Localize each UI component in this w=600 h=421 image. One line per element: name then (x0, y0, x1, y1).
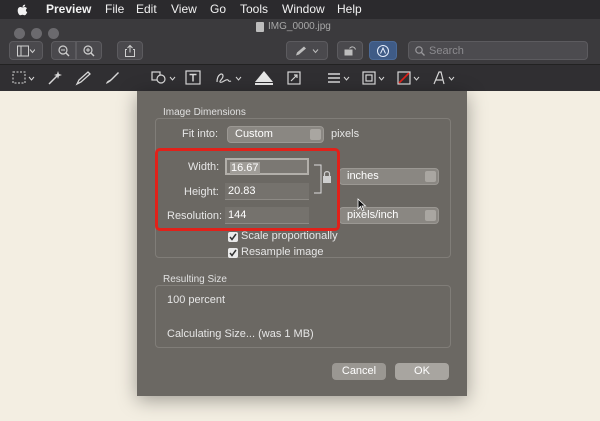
adjust-size-icon[interactable] (285, 69, 303, 87)
menu-bar: Preview File Edit View Go Tools Window H… (0, 0, 600, 19)
image-dimensions-title: Image Dimensions (163, 107, 246, 118)
menu-help[interactable]: Help (337, 2, 362, 16)
resample-image-checkbox[interactable] (228, 248, 238, 258)
menu-tools[interactable]: Tools (240, 2, 268, 16)
text-icon[interactable] (184, 69, 202, 87)
share-button[interactable] (117, 41, 143, 60)
fit-into-unit: pixels (331, 128, 360, 140)
size-unit-popup[interactable]: inches (339, 168, 439, 185)
scale-proportionally-checkbox[interactable] (228, 232, 238, 242)
cancel-button[interactable]: Cancel (332, 363, 386, 380)
percent-text: 100 percent (167, 294, 226, 306)
share-icon (125, 44, 135, 57)
size-unit-value: inches (347, 170, 379, 182)
markup-pen-button[interactable] (286, 41, 328, 60)
adjust-color-icon[interactable] (253, 69, 275, 87)
markup-toolbar-button[interactable] (369, 41, 397, 60)
window-toolbar: IMG_0000.jpg (0, 19, 600, 64)
shapes-icon[interactable] (150, 69, 178, 87)
menu-window[interactable]: Window (282, 2, 325, 16)
rotate-icon (344, 45, 356, 55)
popup-arrows-icon (310, 129, 321, 140)
pen-icon (296, 46, 319, 55)
markup-icon (377, 44, 389, 57)
popup-arrows-icon (425, 171, 436, 182)
rotate-button[interactable] (337, 41, 363, 60)
checkmark-icon (229, 233, 237, 241)
draw-icon[interactable] (103, 69, 121, 87)
zoom-out-icon (57, 44, 69, 56)
search-field[interactable] (408, 41, 588, 60)
menu-file[interactable]: File (105, 2, 124, 16)
menu-go[interactable]: Go (210, 2, 226, 16)
resolution-unit-value: pixels/inch (347, 209, 399, 221)
zoom-in-icon (83, 44, 95, 56)
zoom-in-button[interactable] (76, 41, 102, 60)
fit-into-label: Fit into: (182, 128, 219, 140)
zoom-window-button[interactable] (48, 28, 59, 39)
checkmark-icon (229, 249, 237, 257)
calculating-size-text: Calculating Size... (was 1 MB) (167, 328, 314, 340)
sidebar-icon (17, 45, 35, 56)
sketch-icon[interactable] (74, 69, 92, 87)
minimize-window-button[interactable] (31, 28, 42, 39)
apple-menu-icon[interactable] (17, 3, 28, 16)
text-style-icon[interactable] (431, 69, 457, 87)
border-color-icon[interactable] (396, 69, 422, 87)
zoom-out-button[interactable] (51, 41, 76, 60)
rectangular-selection-icon[interactable] (11, 69, 37, 87)
instant-alpha-icon[interactable] (46, 69, 64, 87)
mouse-pointer-icon (357, 198, 367, 212)
resample-image-label: Resample image (241, 246, 324, 258)
markup-toolbar (0, 64, 600, 91)
document-icon (256, 22, 264, 32)
menu-app-name[interactable]: Preview (46, 2, 91, 16)
document-title: IMG_0000.jpg (268, 21, 331, 32)
menu-view[interactable]: View (171, 2, 197, 16)
highlight-box (155, 148, 340, 231)
menu-edit[interactable]: Edit (136, 2, 157, 16)
fit-into-value: Custom (235, 128, 273, 140)
search-icon (415, 46, 425, 56)
ok-button[interactable]: OK (395, 363, 449, 380)
shape-style-icon[interactable] (361, 69, 387, 87)
search-input[interactable] (429, 43, 579, 58)
adjust-size-dialog: Image Dimensions Fit into: Custom pixels… (137, 91, 467, 396)
popup-arrows-icon (425, 210, 436, 221)
close-window-button[interactable] (14, 28, 25, 39)
border-style-icon[interactable] (326, 69, 352, 87)
sidebar-toggle-button[interactable] (9, 41, 43, 60)
fit-into-popup[interactable]: Custom (227, 126, 324, 143)
sign-icon[interactable] (214, 69, 244, 87)
scale-proportionally-label: Scale proportionally (241, 230, 338, 242)
resulting-size-title: Resulting Size (163, 274, 227, 285)
resolution-unit-popup[interactable]: pixels/inch (339, 207, 439, 224)
